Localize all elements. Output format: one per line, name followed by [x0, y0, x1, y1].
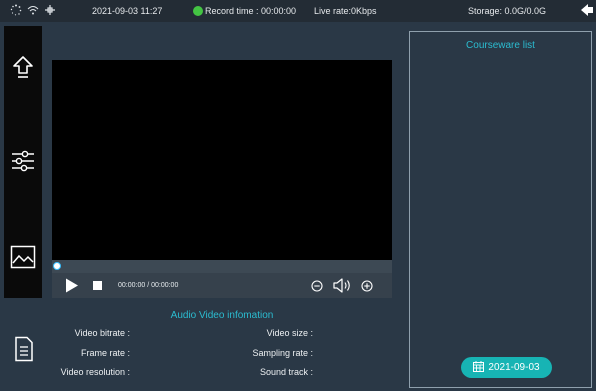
volume-icon[interactable]	[332, 277, 352, 294]
sidebar	[4, 26, 42, 298]
date-label: 2021-09-03	[488, 362, 540, 373]
playback-time: 00:00:00 / 00:00:00	[118, 282, 179, 289]
status-bar: 2021-09-03 11:27 Record time : 00:00:00 …	[0, 0, 596, 22]
stop-icon[interactable]	[93, 281, 102, 290]
frame-rate-label: Frame rate :	[80, 348, 130, 358]
player-controls: 00:00:00 / 00:00:00	[52, 273, 392, 298]
video-resolution-label: Video resolution :	[60, 367, 130, 377]
video-player[interactable]	[52, 60, 392, 260]
upload-icon[interactable]	[10, 54, 36, 80]
image-icon[interactable]	[10, 244, 36, 270]
courseware-panel: Courseware list 2021-09-03	[409, 31, 592, 388]
courseware-title: Courseware list	[466, 40, 535, 51]
zoom-in-icon[interactable]	[361, 280, 373, 292]
network-icon	[45, 5, 55, 15]
progress-bar[interactable]	[52, 260, 392, 273]
date-button[interactable]: 2021-09-03	[461, 357, 552, 378]
settings-icon[interactable]	[10, 148, 36, 174]
progress-handle[interactable]	[53, 262, 61, 270]
storage: Storage: 0.0G/0.0G	[468, 6, 547, 16]
back-icon[interactable]	[580, 3, 594, 17]
sampling-rate-label: Sampling rate :	[252, 348, 313, 358]
record-status-icon	[193, 6, 203, 16]
loading-icon	[10, 4, 22, 16]
video-size-label: Video size :	[266, 328, 313, 338]
document-icon	[15, 336, 33, 362]
video-bitrate-label: Video bitrate :	[74, 328, 130, 338]
calendar-icon	[473, 361, 485, 372]
live-rate: Live rate:0Kbps	[314, 6, 377, 16]
play-icon[interactable]	[65, 278, 79, 293]
record-time: Record time : 00:00:00	[205, 6, 297, 16]
sound-track-label: Sound track :	[259, 367, 313, 377]
zoom-out-icon[interactable]	[311, 280, 323, 292]
wifi-icon	[27, 6, 39, 15]
datetime: 2021-09-03 11:27	[92, 6, 163, 16]
av-info-title: Audio Video infomation	[170, 310, 274, 321]
document-button[interactable]	[4, 312, 42, 388]
